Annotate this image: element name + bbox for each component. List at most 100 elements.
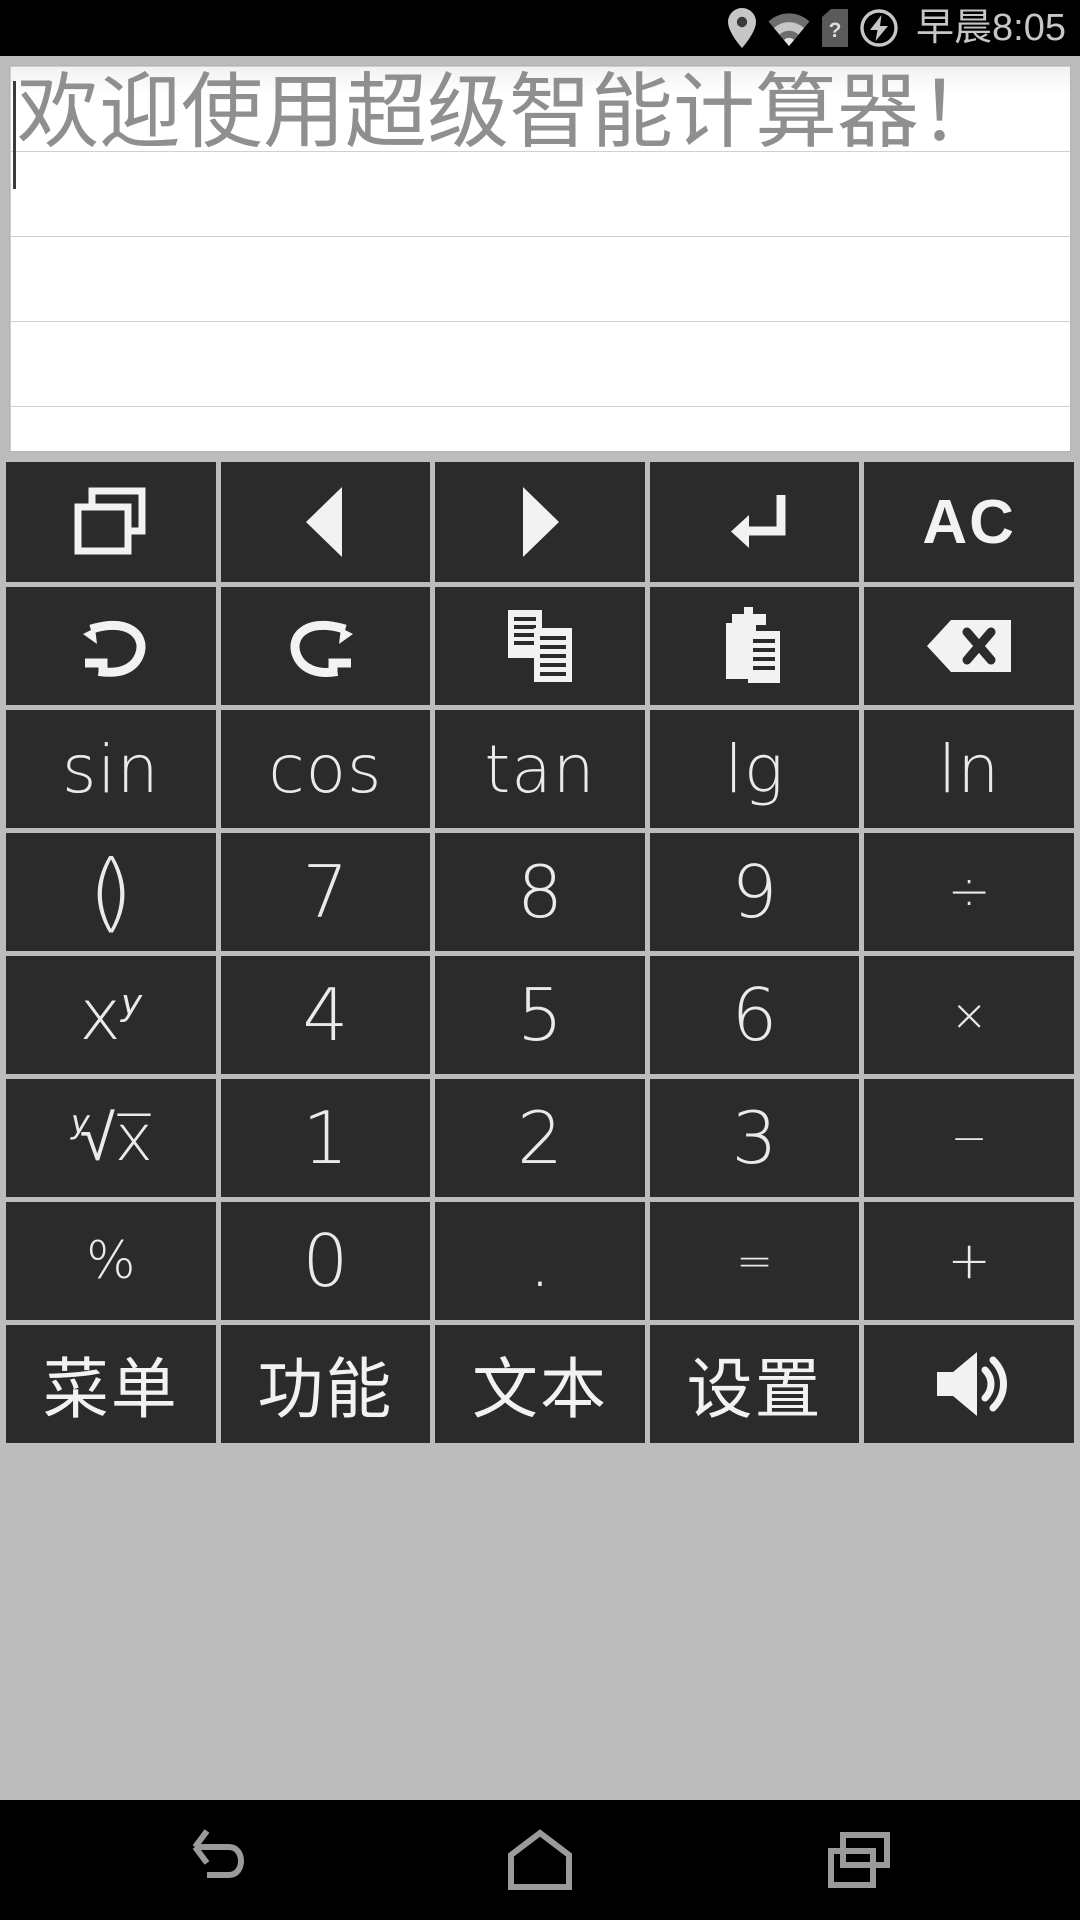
multi-window-icon [74,487,148,557]
text-label: 文本 [471,1352,608,1426]
android-back-button[interactable] [100,1800,340,1920]
plus-label: + [947,1231,991,1291]
digit-3-label: 3 [731,1096,778,1180]
cos-key[interactable]: cos [220,710,431,828]
minus-key[interactable]: − [864,1079,1074,1197]
lg-key[interactable]: lg [649,710,860,828]
svg-text:?: ? [829,19,842,42]
status-bar: ? 早晨8:05 [0,0,1080,56]
undo-key[interactable] [6,587,216,705]
parentheses-key[interactable]: () [6,833,216,951]
multiply-label: × [950,989,988,1041]
digit-3-key[interactable]: 3 [649,1079,860,1197]
sound-key[interactable] [864,1325,1074,1443]
display-rule [11,236,1070,237]
copy-key[interactable] [435,587,645,705]
display-inner: 欢迎使用超级智能计算器！ [11,67,1070,451]
digit-6-key[interactable]: 6 [649,956,860,1074]
sin-key[interactable]: sin [6,710,216,828]
divide-label: ÷ [947,862,991,922]
digit-2-key[interactable]: 2 [435,1079,645,1197]
keypad-row: y √x̅ 1 2 3 − [6,1079,1074,1197]
wifi-icon [767,9,811,47]
back-arrow-icon [185,1829,255,1891]
keypad: AC sin cos tan lg ln () 7 8 9 ÷ xy 4 5 6… [6,462,1074,1443]
divide-key[interactable]: ÷ [864,833,1074,951]
android-home-button[interactable] [420,1800,660,1920]
digit-6-label: 6 [731,973,778,1057]
digit-1-key[interactable]: 1 [220,1079,431,1197]
digit-7-key[interactable]: 7 [220,833,431,951]
all-clear-key[interactable]: AC [864,462,1074,582]
function-label: 功能 [257,1352,394,1426]
multi-window-key[interactable] [6,462,216,582]
paste-icon [724,607,786,685]
cursor-left-key[interactable] [220,462,431,582]
cursor-right-key[interactable] [435,462,645,582]
keypad-row: AC [6,462,1074,582]
android-recents-button[interactable] [740,1800,980,1920]
keypad-row: % 0 . = + [6,1202,1074,1320]
calculator-display[interactable]: 欢迎使用超级智能计算器！ [10,66,1070,451]
menu-label: 菜单 [42,1352,179,1426]
settings-label: 设置 [686,1352,823,1426]
enter-key[interactable] [649,462,860,582]
digit-4-key[interactable]: 4 [220,956,431,1074]
sin-label: sin [62,730,160,808]
decimal-point-key[interactable]: . [435,1202,645,1320]
text-caret [13,81,16,189]
parentheses-label: () [88,842,133,942]
digit-5-key[interactable]: 5 [435,956,645,1074]
all-clear-label: AC [922,487,1016,557]
digit-9-label: 9 [731,850,778,934]
backspace-key[interactable] [864,587,1074,705]
multiply-key[interactable]: × [864,956,1074,1074]
display-rule [11,406,1070,407]
undo-icon [73,610,149,682]
backspace-icon [925,618,1013,674]
ln-label: ln [938,730,1001,808]
keypad-row: 菜单 功能 文本 设置 [6,1325,1074,1443]
plus-key[interactable]: + [864,1202,1074,1320]
redo-key[interactable] [220,587,431,705]
digit-9-key[interactable]: 9 [649,833,860,951]
minus-label: − [950,1112,988,1164]
tan-key[interactable]: tan [435,710,645,828]
nth-root-key[interactable]: y √x̅ [6,1079,216,1197]
power-label: xy [79,974,143,1056]
function-key[interactable]: 功能 [220,1325,431,1443]
battery-charging-icon [859,8,899,48]
tan-label: tan [484,730,596,808]
percent-key[interactable]: % [6,1202,216,1320]
paste-key[interactable] [649,587,860,705]
equals-key[interactable]: = [649,1202,860,1320]
android-navigation-bar [0,1800,1080,1920]
digit-0-key[interactable]: 0 [220,1202,431,1320]
equals-label: = [736,1235,774,1287]
settings-key[interactable]: 设置 [649,1325,860,1443]
menu-key[interactable]: 菜单 [6,1325,216,1443]
lg-label: lg [724,730,785,808]
sim-card-question-icon: ? [822,9,849,47]
radical-sign: √x̅ [79,1101,153,1176]
power-key[interactable]: xy [6,956,216,1074]
display-welcome-text: 欢迎使用超级智能计算器！ [17,67,1002,158]
keypad-row: () 7 8 9 ÷ [6,833,1074,951]
digit-4-label: 4 [302,973,349,1057]
ln-key[interactable]: ln [864,710,1074,828]
digit-8-key[interactable]: 8 [435,833,645,951]
keypad-row: xy 4 5 6 × [6,956,1074,1074]
location-pin-icon [728,8,757,48]
digit-7-label: 7 [302,850,349,934]
digit-2-label: 2 [517,1096,563,1180]
triangle-right-icon [515,485,565,559]
keypad-row [6,587,1074,705]
home-icon [505,1829,575,1891]
redo-icon [287,610,363,682]
digit-5-label: 5 [517,973,563,1057]
display-rule [11,321,1070,322]
copy-icon [504,608,576,684]
enter-return-icon [715,489,795,555]
nth-root-label: y √x̅ [65,1101,157,1176]
text-key[interactable]: 文本 [435,1325,645,1443]
